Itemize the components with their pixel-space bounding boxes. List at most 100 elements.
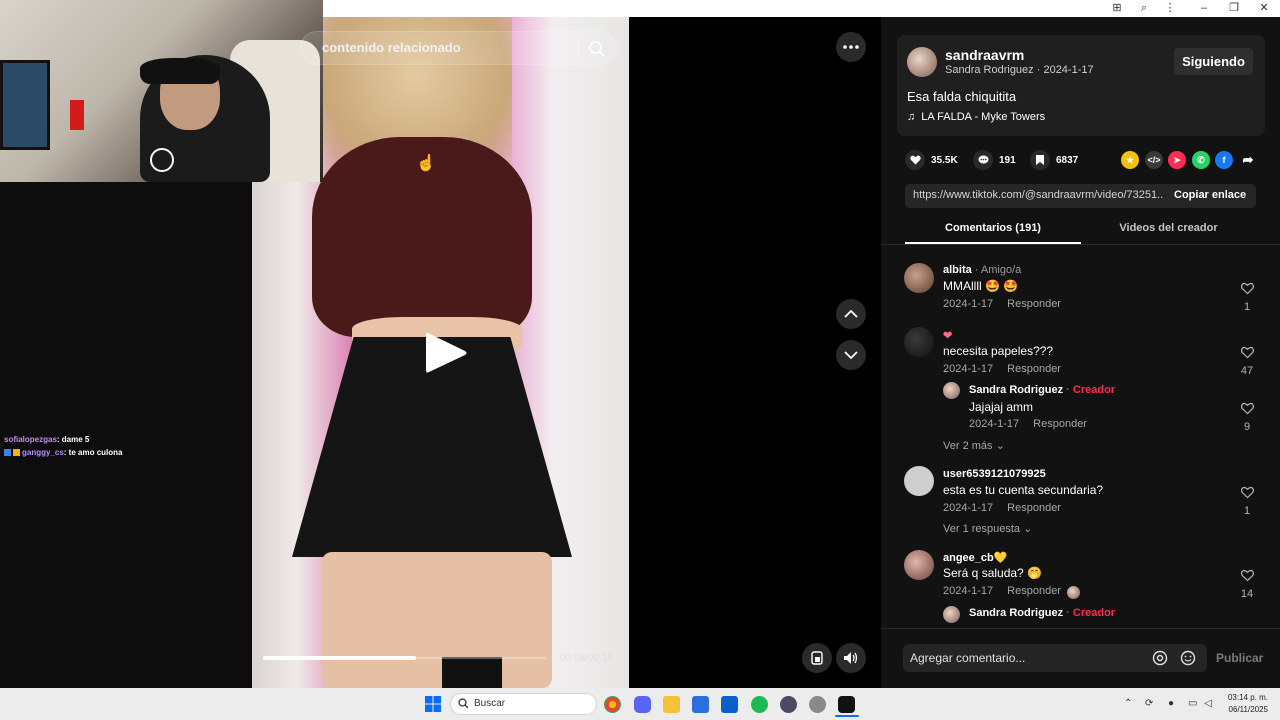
gift-share-icon[interactable]: ★ <box>1121 151 1139 169</box>
mail-icon[interactable] <box>721 696 738 713</box>
like-stat[interactable]: 35.5K <box>905 150 958 170</box>
whatsapp-icon[interactable]: ✆ <box>1192 151 1210 169</box>
reply-link[interactable]: Responder <box>1007 298 1061 310</box>
comment-author[interactable]: user6539121079925 <box>943 468 1046 480</box>
tiktok-icon[interactable] <box>838 696 855 713</box>
commenter-avatar[interactable] <box>904 550 934 580</box>
speaker-icon[interactable]: ◁ <box>1204 698 1212 709</box>
more-options-button[interactable] <box>836 32 866 62</box>
creator-reply-avatar[interactable] <box>943 606 960 623</box>
reply-link[interactable]: Responder <box>1007 585 1061 597</box>
comment-like[interactable]: 1 <box>1239 282 1255 313</box>
tray-chevron-up-icon[interactable]: ⌃ <box>1124 698 1132 709</box>
embed-icon[interactable]: </> <box>1145 151 1163 169</box>
file-explorer-icon[interactable] <box>663 696 680 713</box>
creator-avatar[interactable] <box>907 47 937 77</box>
clock-date[interactable]: 06/11/2025 <box>1222 705 1268 714</box>
video-frame-boot <box>442 657 502 688</box>
commenter-avatar[interactable] <box>904 327 934 357</box>
translate-icon[interactable]: ⊞ <box>1110 2 1124 15</box>
commenter-avatar[interactable] <box>904 466 934 496</box>
minimize-icon[interactable]: – <box>1197 2 1211 15</box>
chat-message: ganggy_cs: te amo culona <box>0 446 252 459</box>
play-icon[interactable] <box>424 330 468 376</box>
chat-username: sofialopezgas <box>4 435 57 444</box>
creator-username[interactable]: sandraavrm <box>945 47 1024 63</box>
video-progress-fill[interactable] <box>263 656 416 660</box>
comment-like[interactable]: 14 <box>1239 569 1255 600</box>
creator-reply-avatar[interactable] <box>943 382 960 399</box>
view-more-replies[interactable]: Ver 2 más ⌄ <box>943 439 1005 452</box>
volume-button[interactable] <box>836 643 866 673</box>
microphone-icon[interactable]: ● <box>1168 698 1174 709</box>
music-link[interactable]: ♫ LA FALDA - Myke Towers <box>907 111 1045 123</box>
comment-text: MMAllll 🤩 🤩 <box>943 279 1019 293</box>
send-to-friends-icon[interactable]: ➤ <box>1168 151 1186 169</box>
reply-author[interactable]: Sandra Rodriguez · Creador <box>969 384 1115 396</box>
reply-link[interactable]: Responder <box>1007 363 1061 375</box>
network-icon[interactable]: ▭ <box>1188 698 1197 709</box>
share-link-url[interactable]: https://www.tiktok.com/@sandraavrm/video… <box>913 189 1163 201</box>
active-app-indicator <box>835 715 859 717</box>
publish-button[interactable]: Publicar <box>1216 651 1263 665</box>
chevron-down-icon: ⌄ <box>995 440 1005 452</box>
chat-message: sofialopezgas: dame 5 <box>0 433 252 446</box>
comment-meta: 2024-1-17 Responder <box>943 502 1061 514</box>
comment-like[interactable]: 1 <box>1239 486 1255 517</box>
restore-icon[interactable]: ❐ <box>1227 2 1241 15</box>
comment-author[interactable]: angee_cb💛 <box>943 551 1007 564</box>
creator-display-name: Sandra Rodriguez <box>945 64 1034 76</box>
reply-link[interactable]: Responder <box>1033 418 1087 430</box>
creator-tag: · Creador <box>1063 607 1116 619</box>
taskbar-search[interactable] <box>450 693 597 715</box>
comment-meta: 2024-1-17 Responder <box>943 363 1061 375</box>
zoom-icon[interactable]: ⌕ <box>1137 2 1151 15</box>
heart-outline-icon <box>1240 486 1254 499</box>
heart-outline-icon <box>1240 402 1254 415</box>
pip-button[interactable] <box>802 643 832 673</box>
mention-icon[interactable] <box>1152 650 1168 666</box>
kebab-menu-icon[interactable]: ⋮ <box>1163 2 1177 15</box>
liked-by-creator-avatar <box>1067 586 1080 599</box>
tab-creator-videos[interactable]: Videos del creador <box>1081 222 1256 234</box>
previous-video-button[interactable] <box>836 299 866 329</box>
next-video-button[interactable] <box>836 340 866 370</box>
chat-text: : te amo culona <box>63 448 123 457</box>
steam-icon[interactable] <box>809 696 826 713</box>
webcam-microphone <box>70 100 84 130</box>
copy-link-button[interactable]: Copiar enlace <box>1174 189 1246 201</box>
commenter-avatar[interactable] <box>904 263 934 293</box>
comment-like[interactable]: 47 <box>1239 346 1255 377</box>
sync-icon[interactable]: ⟳ <box>1145 698 1153 709</box>
comment-stat[interactable]: 191 <box>973 150 1016 170</box>
friend-tag: · Amigo/a <box>971 264 1022 276</box>
save-stat[interactable]: 6837 <box>1030 150 1078 170</box>
elgato-logo-icon <box>150 148 174 172</box>
comment-author[interactable]: albita · Amigo/a <box>943 264 1021 276</box>
like-count: 35.5K <box>931 154 958 166</box>
search-icon[interactable] <box>588 40 606 58</box>
save-count: 6837 <box>1056 154 1079 166</box>
chrome-icon[interactable] <box>604 696 621 713</box>
facebook-icon[interactable]: f <box>1215 151 1233 169</box>
clock-time[interactable]: 03:14 p. m. <box>1222 693 1268 702</box>
view-more-replies[interactable]: Ver 1 respuesta ⌄ <box>943 522 1032 535</box>
reply-author[interactable]: Sandra Rodriguez · Creador <box>969 607 1115 619</box>
video-caption: Esa falda chiquitita <box>907 89 1017 104</box>
comment-like[interactable]: 9 <box>1239 402 1255 433</box>
windows-start-icon[interactable] <box>425 696 441 712</box>
discord-icon[interactable] <box>634 696 651 713</box>
tab-comments[interactable]: Comentarios (191) <box>905 222 1081 234</box>
comment-author[interactable]: ❤ <box>943 329 952 342</box>
video-frame-legs <box>322 552 552 688</box>
emoji-icon[interactable] <box>1180 650 1196 666</box>
comment-text: necesita papeles??? <box>943 344 1054 358</box>
close-icon[interactable]: ✕ <box>1257 2 1271 15</box>
reply-link[interactable]: Responder <box>1007 502 1061 514</box>
obs-icon[interactable] <box>780 696 797 713</box>
microsoft-store-icon[interactable] <box>692 696 709 713</box>
following-button[interactable]: Siguiendo <box>1174 48 1253 75</box>
spotify-icon[interactable] <box>751 696 768 713</box>
share-arrow-icon[interactable]: ➦ <box>1239 151 1257 169</box>
comment-text: Será q saluda? 🤭 <box>943 566 1042 580</box>
